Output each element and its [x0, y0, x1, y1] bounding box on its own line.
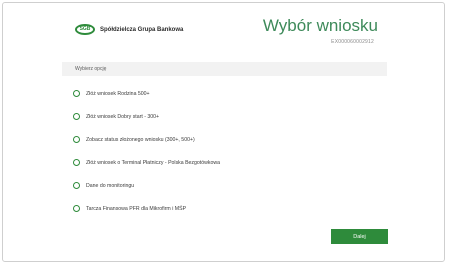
next-button[interactable]: Dalej	[331, 229, 388, 244]
radio-icon[interactable]	[73, 113, 80, 120]
radio-icon[interactable]	[73, 90, 80, 97]
option-dobry-start[interactable]: Złóż wniosek Dobry start - 300+	[73, 113, 159, 120]
option-label: Złóż wniosek o Terminal Płatniczy - Pols…	[86, 159, 220, 166]
option-rodzina-500[interactable]: Złóż wniosek Rodzina 500+	[73, 90, 150, 97]
radio-icon[interactable]	[73, 136, 80, 143]
option-dane-monitoringu[interactable]: Dane do monitoringu	[73, 182, 134, 189]
application-id: EX000060002912	[331, 39, 374, 45]
options-card: Wybierz opcję Złóż wniosek Rodzina 500+ …	[62, 62, 387, 221]
options-list: Złóż wniosek Rodzina 500+ Złóż wniosek D…	[62, 76, 387, 221]
option-label: Zobacz status złożonego wniosku (300+, 5…	[86, 136, 195, 143]
radio-icon[interactable]	[73, 182, 80, 189]
radio-icon[interactable]	[73, 205, 80, 212]
bank-logo: SGB Spółdzielcza Grupa Bankowa	[75, 24, 183, 35]
sgb-logo-icon: SGB	[75, 24, 95, 35]
section-label: Wybierz opcję	[62, 62, 387, 76]
option-label: Złóż wniosek Rodzina 500+	[86, 90, 150, 97]
option-terminal-platniczy[interactable]: Złóż wniosek o Terminal Płatniczy - Pols…	[73, 159, 220, 166]
logo-text: Spółdzielcza Grupa Bankowa	[100, 26, 184, 33]
option-tarcza-finansowa[interactable]: Tarcza Finansowa PFR dla Mikrofirm i MŚP	[73, 205, 186, 212]
option-label: Dane do monitoringu	[86, 182, 135, 189]
page-title: Wybór wniosku	[262, 16, 378, 35]
option-label: Złóż wniosek Dobry start - 300+	[86, 113, 160, 120]
option-status-wniosku[interactable]: Zobacz status złożonego wniosku (300+, 5…	[73, 136, 195, 143]
option-label: Tarcza Finansowa PFR dla Mikrofirm i MŚP	[86, 205, 187, 212]
logo-mark-text: SGB	[79, 26, 91, 32]
radio-icon[interactable]	[73, 159, 80, 166]
